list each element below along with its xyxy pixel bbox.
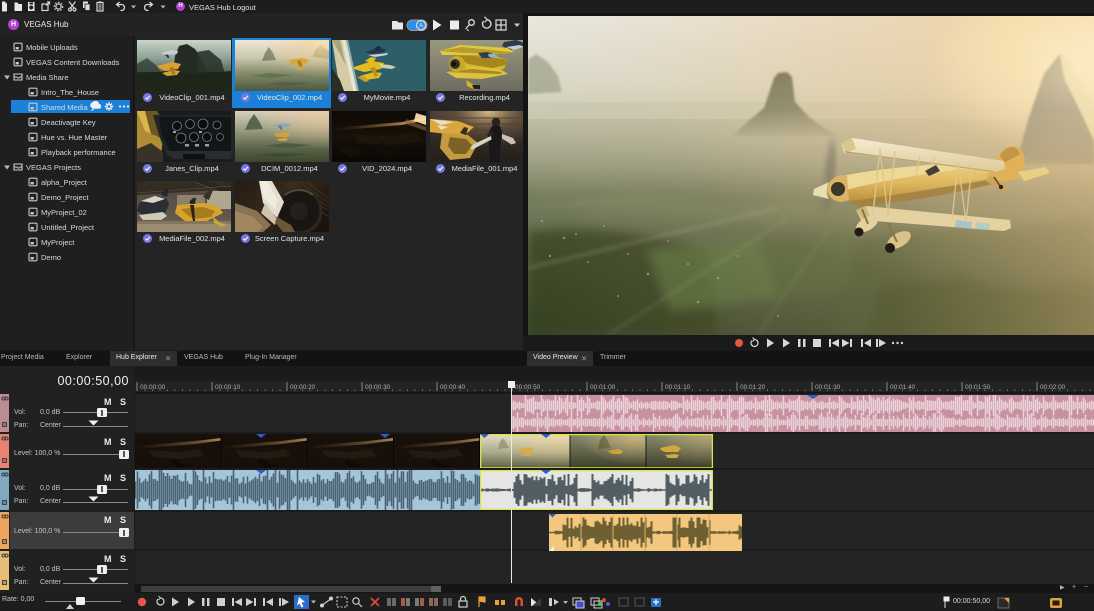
svg-text:A: A [419, 23, 424, 30]
